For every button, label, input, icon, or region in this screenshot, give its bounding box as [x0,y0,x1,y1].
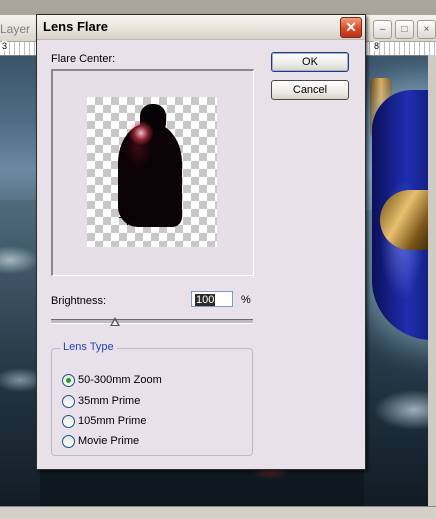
document-window-title: Layer [0,22,31,36]
maximize-button[interactable]: □ [395,20,414,39]
brightness-unit: % [241,294,251,306]
flare-center-preview[interactable] [51,69,254,276]
lens-type-title: Lens Type [60,341,117,353]
ruler-label-left: 3 [2,41,8,51]
lens-type-group: Lens Type 50-300mm Zoom 35mm Prime 105mm… [51,341,253,456]
document-close-button[interactable]: × [417,20,436,39]
canvas-image-left [0,200,40,518]
brightness-slider-track[interactable] [51,319,253,324]
ruler-label-right: 8 [374,41,380,51]
background-top-strip [0,0,436,15]
close-button[interactable]: ✕ [340,17,362,38]
dialog-title: Lens Flare [43,19,109,34]
ok-button[interactable]: OK [271,52,349,72]
radio-button[interactable] [62,435,75,448]
lens-option-label[interactable]: 50-300mm Zoom [78,374,162,386]
lens-option-label[interactable]: 35mm Prime [78,395,140,407]
flare-glow [129,121,153,145]
brightness-value: 100 [195,294,216,306]
flare-center-label: Flare Center: [51,53,116,65]
vertical-scrollbar[interactable] [428,55,436,506]
cancel-button[interactable]: Cancel [271,80,349,100]
horizontal-scrollbar[interactable] [0,506,436,519]
brightness-label: Brightness: [51,295,107,307]
lens-flare-dialog: Lens Flare ✕ Flare Center: OK Cancel Bri… [36,14,366,470]
brightness-slider-thumb-highlight [112,320,118,325]
minimize-button[interactable]: – [373,20,392,39]
crosshair-icon-vertical[interactable] [127,209,128,225]
radio-button[interactable] [62,415,75,428]
radio-button[interactable] [62,395,75,408]
brightness-input[interactable]: 100 [191,291,233,307]
dialog-titlebar[interactable]: Lens Flare ✕ [37,15,365,40]
lens-option-label[interactable]: Movie Prime [78,435,139,447]
radio-button[interactable] [62,374,75,387]
lens-option-label[interactable]: 105mm Prime [78,415,146,427]
